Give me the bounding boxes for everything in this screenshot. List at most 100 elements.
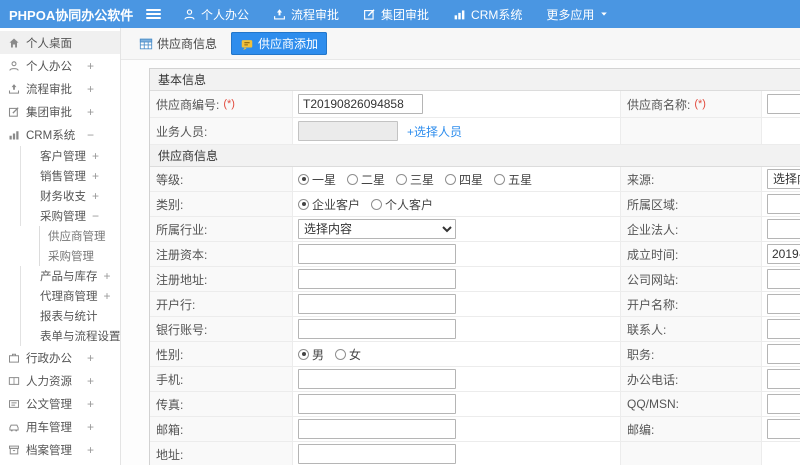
sidebar-item-finance[interactable]: 财务收支 + bbox=[20, 186, 120, 206]
supplier-code-input[interactable] bbox=[298, 94, 423, 114]
nav-more-apps[interactable]: 更多应用 bbox=[546, 6, 609, 23]
category-radio-group-option-0[interactable]: 企业客户 bbox=[298, 196, 360, 213]
radio-icon[interactable] bbox=[298, 348, 309, 360]
sidebar-item-personal-desktop[interactable]: 个人桌面 bbox=[0, 31, 120, 54]
radio-icon[interactable] bbox=[347, 173, 359, 185]
form-row: 所属行业: 选择内容 企业法人: bbox=[150, 217, 800, 242]
form-row: 邮箱: 邮编: bbox=[150, 417, 800, 442]
sidebar-item-purchase-sub[interactable]: 采购管理 bbox=[39, 246, 120, 266]
qq-msn-input[interactable] bbox=[767, 394, 800, 414]
grade-radio-group-option-0[interactable]: 一星 bbox=[298, 171, 336, 188]
form-row: 传真: QQ/MSN: bbox=[150, 392, 800, 417]
address-input[interactable] bbox=[298, 444, 456, 464]
nav-personal-office[interactable]: 个人办公 bbox=[183, 6, 249, 23]
sidebar-item-official-docs[interactable]: 公文管理 + bbox=[0, 392, 120, 415]
registered-address-input[interactable] bbox=[298, 269, 456, 289]
choose-staff-link[interactable]: +选择人员 bbox=[407, 123, 462, 140]
sidebar-item-supplier-mgmt[interactable]: 供应商管理 bbox=[39, 226, 120, 246]
bank-account-input[interactable] bbox=[298, 319, 456, 339]
bank-branch-input[interactable] bbox=[298, 294, 456, 314]
expand-toggle-icon[interactable]: + bbox=[87, 59, 94, 73]
mobile-input[interactable] bbox=[298, 369, 456, 389]
field-value-cell bbox=[762, 118, 800, 144]
sidebar-item-admin-office[interactable]: 行政办公 + bbox=[0, 346, 120, 369]
radio-icon[interactable] bbox=[298, 173, 309, 185]
expand-toggle-icon[interactable]: + bbox=[87, 420, 94, 434]
sidebar-item-sales-mgmt[interactable]: 销售管理 + bbox=[20, 166, 120, 186]
sidebar-item-purchase-mgmt[interactable]: 采购管理 − bbox=[20, 206, 120, 226]
company-website-input[interactable] bbox=[767, 269, 800, 289]
radio-icon[interactable] bbox=[396, 173, 408, 185]
radio-icon[interactable] bbox=[335, 348, 347, 360]
sidebar-item-form-process-settings[interactable]: 表单与流程设置+ bbox=[20, 326, 120, 346]
chart-icon bbox=[8, 129, 20, 141]
field-label-cell: 等级: bbox=[150, 167, 293, 191]
industry-select[interactable]: 选择内容 bbox=[298, 219, 456, 239]
field-value-cell bbox=[762, 292, 800, 316]
expand-toggle-icon[interactable]: + bbox=[87, 443, 94, 457]
radio-icon[interactable] bbox=[298, 198, 309, 210]
sidebar-item-customer-mgmt[interactable]: 客户管理 + bbox=[20, 146, 120, 166]
postcode-input[interactable] bbox=[767, 419, 800, 439]
field-label: 开户行: bbox=[156, 297, 196, 312]
nav-process-approval[interactable]: 流程审批 bbox=[273, 6, 339, 23]
nav-group-approval[interactable]: 集团审批 bbox=[363, 6, 429, 23]
radio-icon[interactable] bbox=[494, 173, 506, 185]
expand-toggle-icon[interactable]: + bbox=[87, 397, 94, 411]
expand-toggle-icon[interactable]: + bbox=[92, 189, 99, 203]
registered-capital-input[interactable] bbox=[298, 244, 456, 264]
source-select[interactable]: 选择内容 bbox=[767, 169, 800, 189]
expand-toggle-icon[interactable]: + bbox=[87, 105, 94, 119]
sidebar-item-agent-mgmt[interactable]: 代理商管理 + bbox=[20, 286, 120, 306]
sidebar-item-reports[interactable]: 报表与统计 bbox=[20, 306, 120, 326]
expand-toggle-icon[interactable]: + bbox=[87, 351, 94, 365]
field-label: 邮编: bbox=[627, 422, 655, 437]
legal-person-input[interactable] bbox=[767, 219, 800, 239]
fax-input[interactable] bbox=[298, 394, 456, 414]
sidebar-item-personal-office[interactable]: 个人办公 + bbox=[0, 54, 120, 77]
sidebar-item-product-inventory[interactable]: 产品与库存 + bbox=[20, 266, 120, 286]
sidebar-item-crm-system[interactable]: CRM系统 − bbox=[0, 123, 120, 146]
home-icon bbox=[8, 37, 20, 49]
expand-toggle-icon[interactable]: + bbox=[104, 269, 111, 283]
expand-toggle-icon[interactable]: + bbox=[87, 374, 94, 388]
expand-toggle-icon[interactable]: + bbox=[92, 149, 99, 163]
position-input[interactable] bbox=[767, 344, 800, 364]
nav-item-label: 个人办公 bbox=[201, 7, 250, 22]
grade-radio-group-option-4[interactable]: 五星 bbox=[494, 171, 532, 188]
tab-supplier-info[interactable]: 供应商信息 bbox=[133, 32, 223, 55]
office-phone-input[interactable] bbox=[767, 369, 800, 389]
grade-radio-group-option-3[interactable]: 四星 bbox=[445, 171, 483, 188]
nav-crm-system[interactable]: CRM系统 bbox=[453, 6, 522, 23]
sidebar-item-archives[interactable]: 档案管理 + bbox=[0, 438, 120, 461]
supplier-name-input[interactable] bbox=[767, 94, 800, 114]
category-radio-group-option-1[interactable]: 个人客户 bbox=[371, 196, 433, 213]
sidebar-item-process-approval[interactable]: 流程审批 + bbox=[0, 77, 120, 100]
region-input[interactable] bbox=[767, 194, 800, 214]
radio-icon[interactable] bbox=[445, 173, 457, 185]
expand-toggle-icon[interactable]: − bbox=[87, 128, 94, 142]
email-input[interactable] bbox=[298, 419, 456, 439]
staff-input[interactable] bbox=[298, 121, 398, 141]
field-value-cell bbox=[762, 192, 800, 216]
sidebar-item-vehicle-mgmt[interactable]: 用车管理 + bbox=[0, 415, 120, 438]
expand-toggle-icon[interactable]: + bbox=[92, 169, 99, 183]
sidebar-item-group-approval[interactable]: 集团审批 + bbox=[0, 100, 120, 123]
expand-toggle-icon[interactable]: + bbox=[87, 82, 94, 96]
sidebar-item-hr[interactable]: 人力资源 + bbox=[0, 369, 120, 392]
archive-icon bbox=[8, 444, 20, 456]
expand-toggle-icon[interactable]: − bbox=[92, 209, 99, 223]
account-name-input[interactable] bbox=[767, 294, 800, 314]
gender-radio-group-option-0[interactable]: 男 bbox=[298, 346, 324, 363]
gender-radio-group-option-1[interactable]: 女 bbox=[335, 346, 361, 363]
radio-option-label: 男 bbox=[312, 347, 325, 362]
founding-date-input[interactable] bbox=[767, 244, 800, 264]
hamburger-menu-icon[interactable] bbox=[146, 9, 161, 19]
grade-radio-group-option-2[interactable]: 三星 bbox=[396, 171, 434, 188]
radio-icon[interactable] bbox=[371, 198, 383, 210]
expand-toggle-icon[interactable]: + bbox=[104, 289, 111, 303]
tab-supplier-add[interactable]: 供应商添加 bbox=[231, 32, 328, 55]
app-logo[interactable]: PHPOA协同办公软件 bbox=[0, 5, 133, 24]
grade-radio-group-option-1[interactable]: 二星 bbox=[347, 171, 385, 188]
contact-person-input[interactable] bbox=[767, 319, 800, 339]
